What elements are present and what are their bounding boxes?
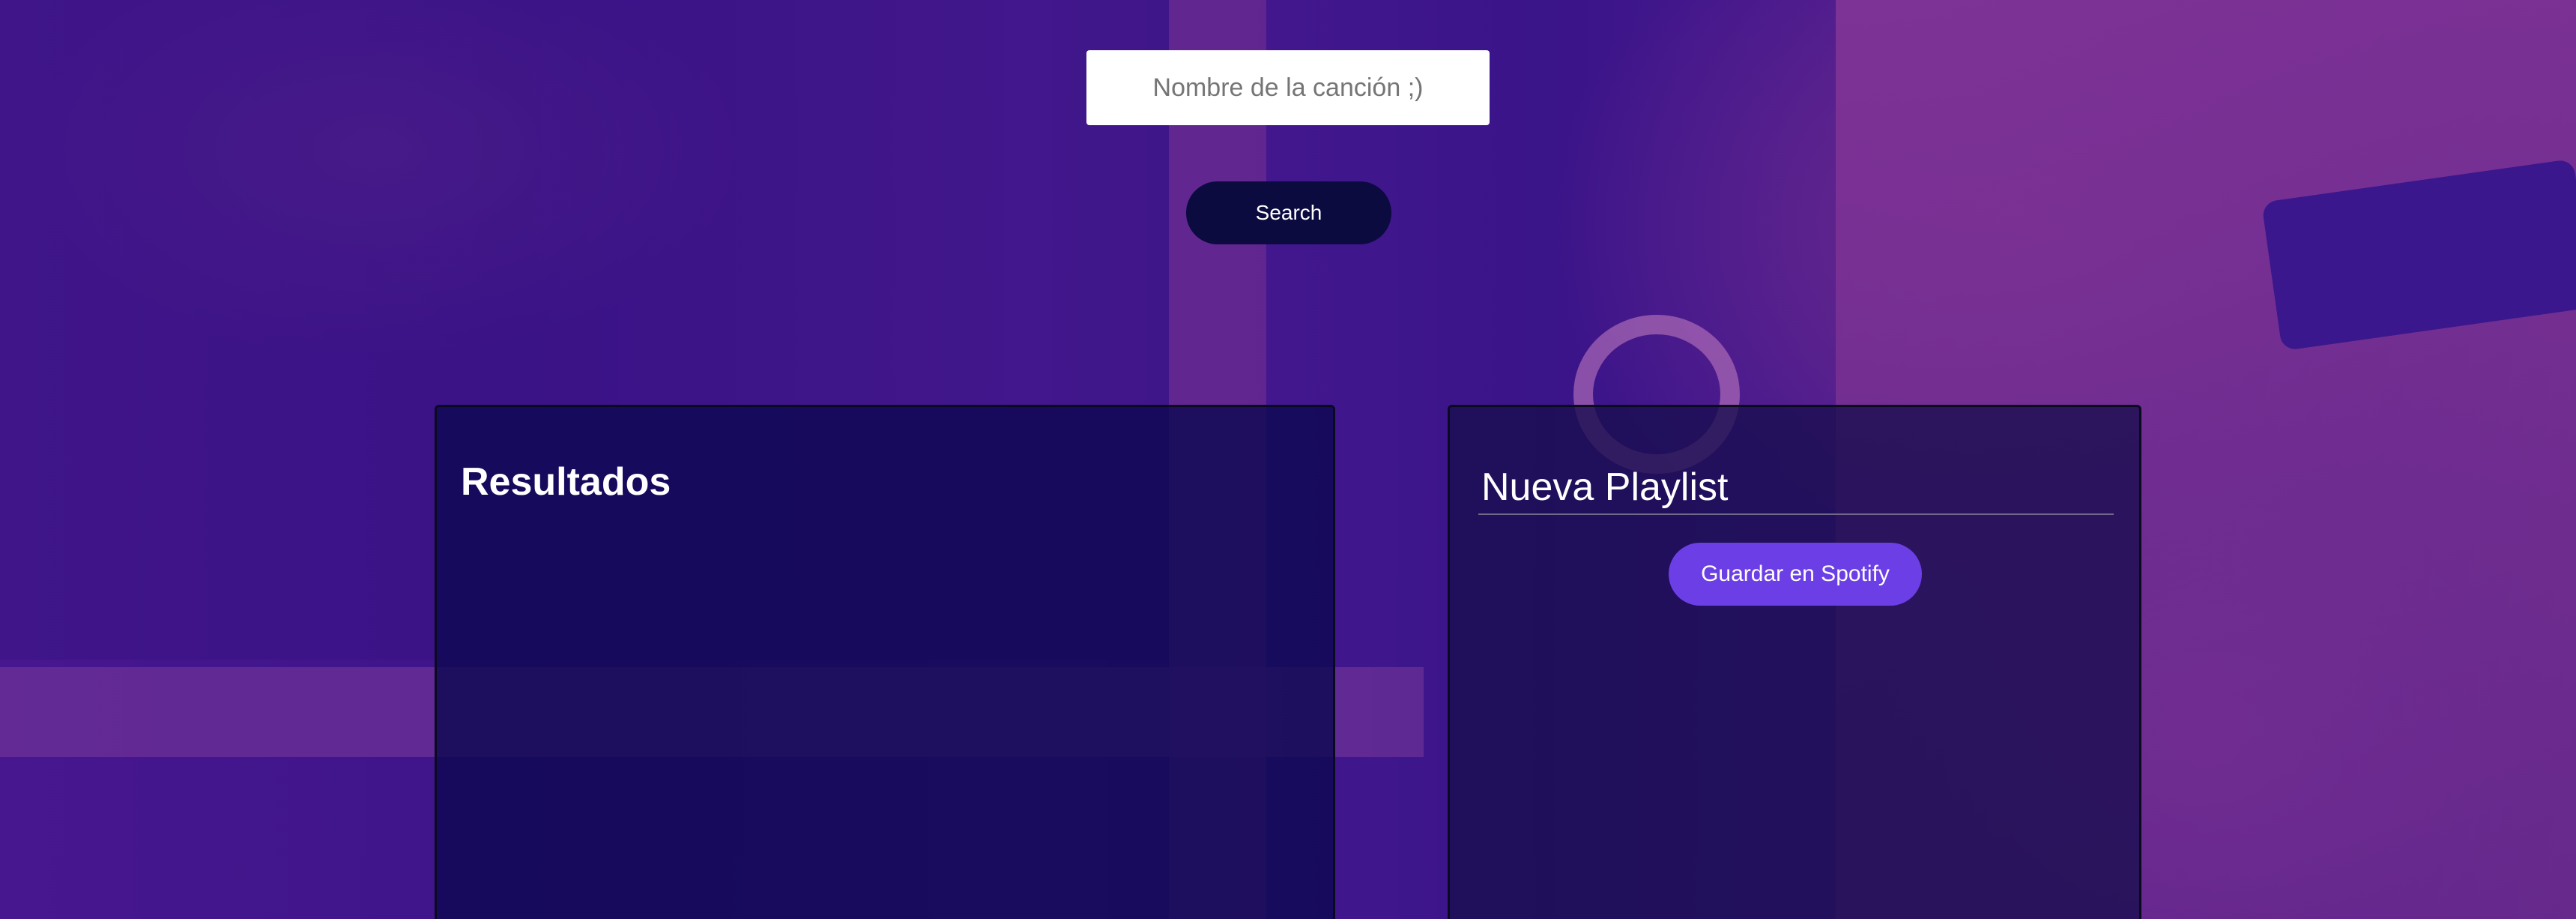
save-to-spotify-button[interactable]: Guardar en Spotify — [1669, 543, 1922, 606]
search-input[interactable] — [1086, 50, 1490, 125]
search-button[interactable]: Search — [1186, 181, 1391, 244]
results-panel: Resultados — [435, 405, 1335, 919]
results-title: Resultados — [461, 460, 671, 504]
playlist-panel: Guardar en Spotify — [1448, 405, 2141, 919]
playlist-name-input[interactable] — [1478, 461, 2114, 515]
